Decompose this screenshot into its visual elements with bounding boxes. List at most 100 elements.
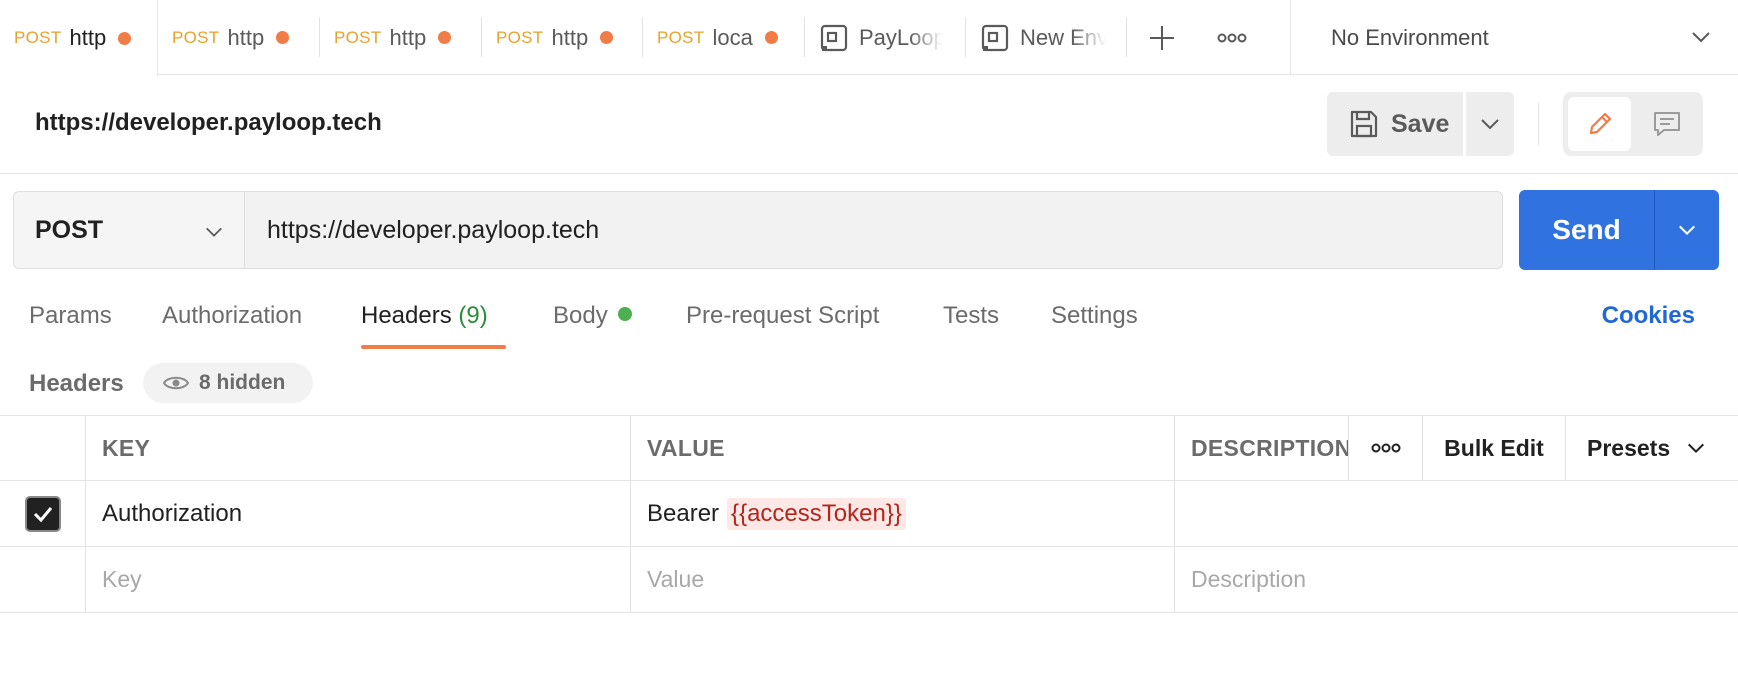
value-placeholder: Value bbox=[647, 566, 705, 592]
environment-icon bbox=[981, 24, 1009, 51]
request-title[interactable]: https://developer.payloop.tech bbox=[35, 109, 382, 137]
environment-label: No Environment bbox=[1331, 24, 1489, 50]
active-tab-indicator bbox=[361, 345, 506, 349]
tab-headers[interactable]: Headers (9) bbox=[361, 302, 488, 330]
tab-authorization[interactable]: Authorization bbox=[162, 302, 302, 330]
tab-method: POST bbox=[334, 27, 382, 47]
row-check-cell bbox=[0, 547, 86, 612]
request-tab[interactable]: POST http bbox=[0, 0, 158, 76]
value-prefix: Bearer bbox=[647, 499, 720, 527]
bulk-edit-label: Bulk Edit bbox=[1444, 434, 1544, 461]
hidden-headers-toggle[interactable]: 8 hidden bbox=[143, 363, 313, 403]
pencil-icon bbox=[1589, 112, 1611, 135]
tab-settings[interactable]: Settings bbox=[1051, 302, 1138, 330]
key-cell[interactable]: Authorization bbox=[86, 481, 631, 546]
body-status-dot bbox=[617, 307, 632, 321]
column-key-label: KEY bbox=[102, 434, 151, 461]
chevron-down-icon bbox=[206, 227, 222, 237]
send-button-group: Send bbox=[1519, 190, 1719, 270]
environment-tab[interactable]: New Env bbox=[966, 0, 1126, 75]
headers-table: KEY VALUE DESCRIPTION Bulk Edit Presets bbox=[0, 415, 1738, 613]
tab-label: http bbox=[227, 24, 265, 50]
bulk-edit-button[interactable]: Bulk Edit bbox=[1423, 416, 1566, 480]
tab-params[interactable]: Params bbox=[29, 302, 112, 330]
environment-icon bbox=[820, 24, 848, 51]
plus-icon bbox=[1150, 25, 1174, 50]
tab-label: http bbox=[551, 24, 589, 50]
environment-selector[interactable]: No Environment bbox=[1290, 0, 1738, 75]
more-icon bbox=[1371, 443, 1400, 453]
tab-pre-request-script[interactable]: Pre-request Script bbox=[686, 302, 879, 330]
chevron-down-icon bbox=[1481, 119, 1499, 130]
description-cell[interactable] bbox=[1175, 481, 1738, 546]
save-icon bbox=[1350, 110, 1378, 138]
chevron-down-icon bbox=[1679, 225, 1695, 236]
headers-count: (9) bbox=[458, 302, 488, 329]
column-description: DESCRIPTION bbox=[1175, 416, 1349, 480]
presets-dropdown[interactable]: Presets bbox=[1566, 416, 1738, 480]
tab-label: http bbox=[389, 24, 427, 50]
presets-label: Presets bbox=[1587, 434, 1671, 461]
send-button[interactable]: Send bbox=[1519, 190, 1655, 270]
hidden-headers-label: 8 hidden bbox=[199, 371, 286, 394]
tab-method: POST bbox=[14, 28, 62, 47]
tab-method: POST bbox=[496, 27, 544, 47]
url-bar: POST https://developer.payloop.tech bbox=[13, 191, 1503, 269]
request-tab[interactable]: POST http bbox=[158, 0, 319, 75]
unsaved-dot bbox=[118, 31, 132, 45]
variable-token[interactable]: {{accessToken}} bbox=[727, 497, 906, 530]
tab-body[interactable]: Body bbox=[553, 302, 632, 330]
value-cell[interactable]: Bearer {{accessToken}} bbox=[631, 481, 1175, 546]
eye-icon bbox=[163, 376, 189, 390]
save-options-button[interactable] bbox=[1466, 92, 1514, 156]
tab-label: New Env bbox=[1020, 24, 1109, 50]
column-value-label: VALUE bbox=[647, 434, 725, 461]
request-title-row: https://developer.payloop.tech Save bbox=[0, 75, 1738, 174]
tab-method: POST bbox=[657, 27, 705, 47]
tab-label: loca bbox=[712, 24, 753, 50]
view-mode-toggle bbox=[1563, 92, 1703, 156]
method-label: POST bbox=[35, 215, 104, 244]
column-description-label: DESCRIPTION bbox=[1191, 434, 1349, 461]
value-input[interactable]: Value bbox=[631, 547, 1175, 612]
method-selector[interactable]: POST bbox=[14, 192, 245, 268]
unsaved-dot bbox=[764, 31, 778, 44]
comments-button[interactable] bbox=[1635, 97, 1698, 151]
header-check-cell bbox=[0, 416, 86, 480]
divider bbox=[1538, 103, 1539, 145]
save-button[interactable]: Save bbox=[1327, 92, 1463, 156]
cookies-link[interactable]: Cookies bbox=[1602, 302, 1695, 330]
comment-icon bbox=[1653, 112, 1680, 136]
edit-mode-button[interactable] bbox=[1568, 97, 1631, 151]
headers-section-label: Headers bbox=[29, 370, 124, 397]
unsaved-dot bbox=[276, 31, 290, 44]
tab-body-label: Body bbox=[553, 302, 608, 329]
more-icon bbox=[1217, 33, 1247, 42]
table-header-row: KEY VALUE DESCRIPTION Bulk Edit Presets bbox=[0, 415, 1738, 481]
more-tabs-button[interactable] bbox=[1197, 0, 1267, 75]
tab-tests[interactable]: Tests bbox=[943, 302, 999, 330]
chevron-down-icon bbox=[1688, 443, 1705, 454]
tab-headers-label: Headers bbox=[361, 302, 452, 329]
save-label: Save bbox=[1391, 109, 1450, 138]
key-text: Authorization bbox=[102, 499, 243, 527]
description-input[interactable]: Description bbox=[1175, 547, 1738, 612]
environment-tab[interactable]: PayLoop bbox=[805, 0, 965, 75]
request-tab[interactable]: POST http bbox=[320, 0, 481, 75]
url-input[interactable]: https://developer.payloop.tech bbox=[245, 192, 1502, 268]
unsaved-dot bbox=[600, 31, 614, 44]
chevron-down-icon bbox=[1692, 32, 1710, 43]
new-tab-button[interactable] bbox=[1127, 0, 1197, 75]
table-row: Authorization Bearer {{accessToken}} bbox=[0, 481, 1738, 547]
tab-label: http bbox=[69, 25, 107, 50]
row-check-cell bbox=[0, 481, 86, 546]
request-tab[interactable]: POST loca bbox=[643, 0, 804, 75]
table-more-button[interactable] bbox=[1349, 416, 1423, 480]
key-input[interactable]: Key bbox=[86, 547, 631, 612]
row-enabled-checkbox[interactable] bbox=[24, 495, 61, 532]
tab-method: POST bbox=[172, 27, 220, 47]
send-options-button[interactable] bbox=[1655, 190, 1719, 270]
key-placeholder: Key bbox=[102, 566, 142, 592]
request-tab[interactable]: POST http bbox=[482, 0, 642, 75]
column-value: VALUE bbox=[631, 416, 1175, 480]
